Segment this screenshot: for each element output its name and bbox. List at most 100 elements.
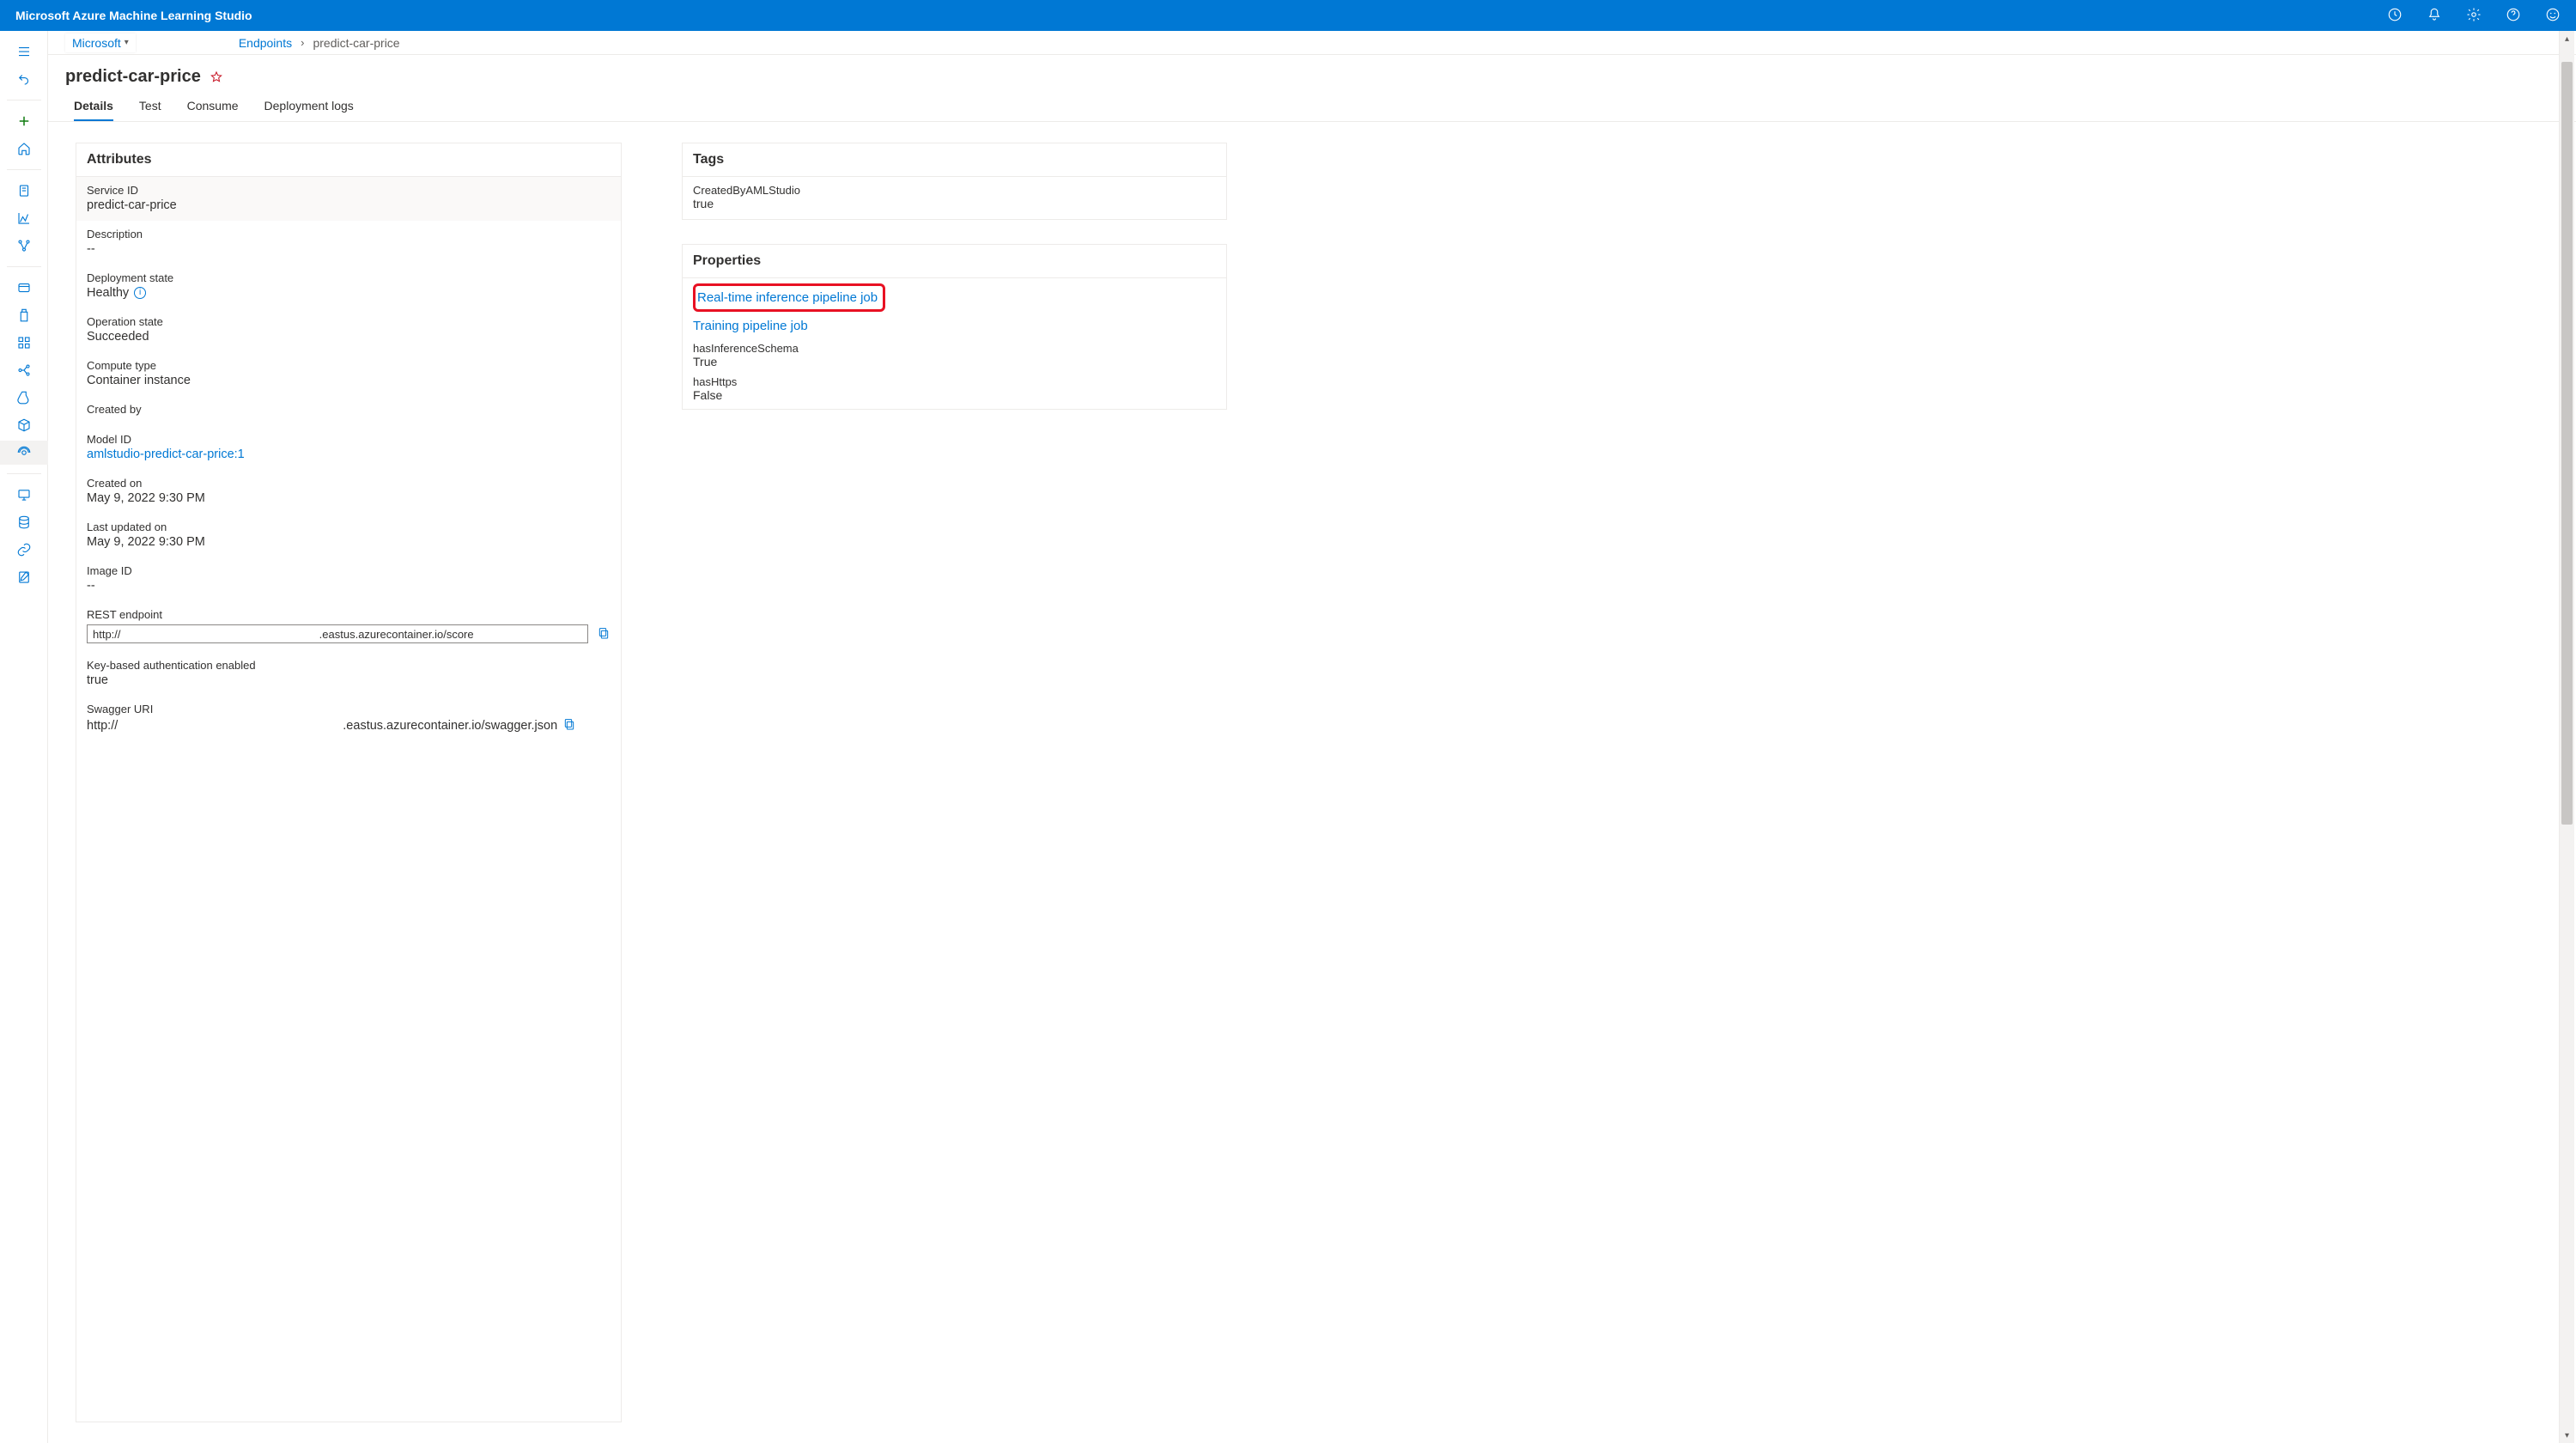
labeling-icon[interactable] [0,565,48,589]
designer-icon[interactable] [0,234,48,258]
linked-icon[interactable] [0,538,48,562]
attr-value: Healthy [87,286,129,300]
scroll-down-icon[interactable]: ▾ [2560,1428,2574,1443]
prop-has-schema: hasInferenceSchema True [693,342,1216,368]
gear-icon[interactable] [2466,7,2482,25]
data-icon[interactable] [0,276,48,300]
tag-key: CreatedByAMLStudio [693,184,1216,197]
attr-label: Model ID [87,433,611,446]
copy-icon[interactable] [597,626,611,642]
attr-label: Description [87,228,611,240]
jobs-icon[interactable] [0,303,48,327]
breadcrumb: Microsoft ▾ Endpoints › predict-car-pric… [48,31,2576,55]
divider [7,169,41,170]
right-column: Tags CreatedByAMLStudio true Properties … [682,143,1227,1422]
attr-value: May 9, 2022 9:30 PM [87,491,611,505]
attr-image-id: Image ID -- [76,557,621,601]
info-icon[interactable]: i [134,287,146,299]
properties-header: Properties [683,245,1226,278]
rest-endpoint-input[interactable] [87,624,588,643]
attr-label: Deployment state [87,271,611,284]
menu-icon[interactable] [0,40,48,64]
attr-label: Swagger URI [87,703,611,715]
tabs: Details Test Consume Deployment logs [48,87,2576,122]
divider [7,266,41,267]
workspace-name: Microsoft [72,36,121,50]
undo-icon[interactable] [0,67,48,91]
attr-value: -- [87,579,611,593]
highlighted-realtime-link: Real-time inference pipeline job [693,283,885,312]
content: Attributes Service ID predict-car-price … [48,122,2576,1443]
prop-value: False [693,388,1216,402]
attr-operation-state: Operation state Succeeded [76,308,621,352]
prop-key: hasHttps [693,375,1216,388]
product-title: Microsoft Azure Machine Learning Studio [15,9,252,22]
training-pipeline-link[interactable]: Training pipeline job [693,317,1216,335]
page-title: predict-car-price [65,67,201,87]
attr-label: Created on [87,477,611,490]
attr-value: predict-car-price [87,198,611,212]
environments-icon[interactable] [0,386,48,410]
tab-deployment-logs[interactable]: Deployment logs [264,99,354,121]
scroll-thumb[interactable] [2561,62,2573,825]
automl-icon[interactable] [0,206,48,230]
bell-icon[interactable] [2427,7,2442,25]
attr-label: Compute type [87,359,611,372]
datastore-icon[interactable] [0,510,48,534]
attr-description: Description -- [76,221,621,265]
tab-consume[interactable]: Consume [187,99,239,121]
endpoints-icon[interactable] [0,441,48,465]
swagger-link[interactable]: http://.eastus.azurecontainer.io/swagger… [87,719,557,733]
prop-has-https: hasHttps False [693,375,1216,402]
divider [7,473,41,474]
breadcrumb-current: predict-car-price [313,36,399,50]
attr-value: -- [87,242,611,256]
compute-icon[interactable] [0,483,48,507]
attr-value: true [87,673,611,687]
tag-value: true [693,197,1216,210]
attr-service-id: Service ID predict-car-price [76,177,621,221]
attr-key-auth: Key-based authentication enabled true [76,652,621,696]
attributes-panel: Attributes Service ID predict-car-price … [76,143,622,1422]
attr-label: Service ID [87,184,611,197]
workspace-dropdown[interactable]: Microsoft ▾ [65,33,136,52]
attr-label: Image ID [87,564,611,577]
main: Microsoft ▾ Endpoints › predict-car-pric… [48,31,2576,1443]
attr-rest-endpoint: REST endpoint [76,601,621,652]
prop-value: True [693,355,1216,368]
home-icon[interactable] [0,137,48,161]
tags-panel: Tags CreatedByAMLStudio true [682,143,1227,220]
attr-value: May 9, 2022 9:30 PM [87,535,611,549]
notebook-icon[interactable] [0,179,48,203]
breadcrumb-endpoints[interactable]: Endpoints [239,36,292,50]
chevron-right-icon: › [301,36,304,49]
chevron-down-icon: ▾ [125,38,129,47]
attr-created-by: Created by [76,396,621,426]
favorite-star-icon[interactable] [210,70,223,84]
models-icon[interactable] [0,413,48,437]
title-row: predict-car-price [48,55,2576,87]
copy-icon[interactable] [562,717,576,734]
scroll-up-icon[interactable]: ▴ [2560,31,2574,46]
model-id-link[interactable]: amlstudio-predict-car-price:1 [87,448,611,461]
help-icon[interactable] [2506,7,2521,25]
smile-icon[interactable] [2545,7,2561,25]
attr-updated-on: Last updated on May 9, 2022 9:30 PM [76,514,621,557]
attr-value: Succeeded [87,330,611,344]
attr-label: Last updated on [87,521,611,533]
realtime-pipeline-link[interactable]: Real-time inference pipeline job [697,289,878,307]
scrollbar[interactable]: ▴ ▾ [2559,31,2574,1443]
attr-swagger: Swagger URI http://.eastus.azurecontaine… [76,696,621,743]
add-icon[interactable] [0,109,48,133]
attr-compute-type: Compute type Container instance [76,352,621,396]
tab-details[interactable]: Details [74,99,113,121]
topbar-actions [2387,7,2561,25]
components-icon[interactable] [0,331,48,355]
properties-panel: Properties Real-time inference pipeline … [682,244,1227,410]
attr-created-on: Created on May 9, 2022 9:30 PM [76,470,621,514]
pipelines-icon[interactable] [0,358,48,382]
attributes-header: Attributes [76,143,621,177]
attr-deployment-state: Deployment state Healthy i [76,265,621,308]
tab-test[interactable]: Test [139,99,161,121]
clock-icon[interactable] [2387,7,2403,25]
